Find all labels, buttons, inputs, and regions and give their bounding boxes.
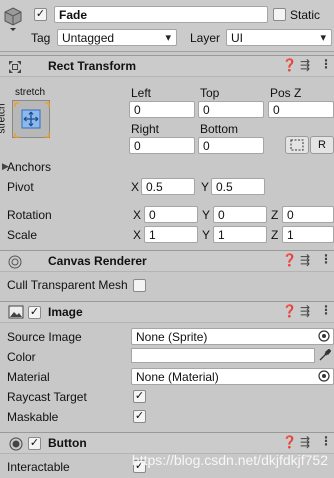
right-label: Right bbox=[131, 122, 160, 136]
raw-edit-button[interactable]: R bbox=[310, 136, 334, 154]
watermark-text: https://blog.csdn.net/dkjfdkjf752 bbox=[131, 452, 328, 468]
gameobject-active-checkbox[interactable]: ✓ bbox=[34, 8, 47, 21]
cull-transparent-mesh-checkbox[interactable] bbox=[133, 279, 146, 292]
interactable-label: Interactable bbox=[7, 460, 70, 474]
rotation-x-label: X bbox=[133, 208, 142, 222]
rect-transform-icon bbox=[8, 60, 22, 74]
layer-dropdown[interactable]: UI bbox=[226, 29, 332, 46]
source-image-field[interactable]: None (Sprite) bbox=[131, 328, 334, 345]
top-field[interactable]: 0 bbox=[198, 101, 264, 118]
help-icon[interactable]: ❓ bbox=[282, 435, 297, 449]
scale-z-field[interactable]: 1 bbox=[282, 226, 334, 243]
posz-field[interactable]: 0 bbox=[268, 101, 334, 118]
pivot-y-label: Y bbox=[201, 180, 210, 194]
raycast-target-label: Raycast Target bbox=[7, 390, 87, 404]
rotation-z-label: Z bbox=[271, 208, 279, 222]
canvas-renderer-title: Canvas Renderer bbox=[48, 254, 147, 268]
pivot-y-field[interactable]: 0.5 bbox=[211, 178, 265, 195]
pivot-x-field[interactable]: 0.5 bbox=[141, 178, 195, 195]
anchor-preset-top-label: stretch bbox=[15, 87, 46, 98]
context-menu-icon[interactable]: ⋮ bbox=[320, 57, 332, 71]
context-menu-icon[interactable]: ⋮ bbox=[320, 434, 332, 448]
tag-value: Untagged bbox=[62, 31, 115, 45]
color-swatch[interactable] bbox=[131, 348, 315, 363]
image-component-icon bbox=[8, 305, 24, 319]
button-component-icon bbox=[9, 437, 23, 451]
source-image-label: Source Image bbox=[7, 330, 82, 344]
rect-transform-title: Rect Transform bbox=[48, 59, 137, 73]
eyedropper-icon[interactable] bbox=[319, 348, 332, 361]
object-picker-icon[interactable] bbox=[318, 330, 330, 342]
rotation-y-label: Y bbox=[202, 208, 211, 222]
pivot-label: Pivot bbox=[7, 180, 34, 194]
help-icon[interactable]: ❓ bbox=[282, 58, 297, 72]
bottom-field[interactable]: 0 bbox=[198, 137, 264, 154]
image-enabled-checkbox[interactable]: ✓ bbox=[28, 306, 41, 319]
posz-label: Pos Z bbox=[270, 86, 302, 100]
tag-label: Tag bbox=[31, 31, 51, 45]
gameobject-cube-icon bbox=[3, 6, 23, 32]
color-label: Color bbox=[7, 350, 36, 364]
maskable-checkbox[interactable]: ✓ bbox=[133, 410, 146, 423]
preset-sliders-icon[interactable]: ⇶ bbox=[300, 253, 310, 267]
static-label: Static bbox=[290, 8, 321, 22]
layer-value: UI bbox=[231, 31, 243, 45]
bottom-label: Bottom bbox=[200, 122, 239, 136]
rotation-x-field[interactable]: 0 bbox=[144, 206, 198, 223]
rotation-label: Rotation bbox=[7, 208, 52, 222]
scale-label: Scale bbox=[7, 228, 38, 242]
static-checkbox[interactable] bbox=[273, 8, 286, 21]
preset-sliders-icon[interactable]: ⇶ bbox=[300, 304, 310, 318]
dotted-rect-icon bbox=[290, 139, 304, 151]
help-icon[interactable]: ❓ bbox=[282, 304, 297, 318]
object-picker-icon[interactable] bbox=[318, 370, 330, 382]
preset-sliders-icon[interactable]: ⇶ bbox=[300, 435, 310, 449]
scale-z-label: Z bbox=[271, 228, 279, 242]
image-title: Image bbox=[48, 305, 83, 319]
blueprint-mode-button[interactable] bbox=[285, 136, 309, 154]
canvas-renderer-icon bbox=[8, 255, 22, 269]
anchor-preset-side-label: stretch bbox=[0, 103, 8, 134]
scale-x-field[interactable]: 1 bbox=[144, 226, 198, 243]
pivot-x-label: X bbox=[131, 180, 140, 194]
button-enabled-checkbox[interactable]: ✓ bbox=[28, 437, 41, 450]
tag-dropdown[interactable]: Untagged bbox=[57, 29, 177, 46]
rotation-y-field[interactable]: 0 bbox=[213, 206, 267, 223]
preset-sliders-icon[interactable]: ⇶ bbox=[300, 58, 310, 72]
material-field[interactable]: None (Material) bbox=[131, 368, 334, 385]
button-title: Button bbox=[48, 436, 87, 450]
layer-label: Layer bbox=[190, 31, 221, 45]
left-label: Left bbox=[131, 86, 152, 100]
scale-y-label: Y bbox=[202, 228, 211, 242]
right-field[interactable]: 0 bbox=[129, 137, 195, 154]
material-label: Material bbox=[7, 370, 50, 384]
top-label: Top bbox=[200, 86, 220, 100]
left-field[interactable]: 0 bbox=[129, 101, 195, 118]
scale-y-field[interactable]: 1 bbox=[213, 226, 267, 243]
help-icon[interactable]: ❓ bbox=[282, 253, 297, 267]
gameobject-name-field[interactable]: Fade bbox=[54, 6, 268, 23]
context-menu-icon[interactable]: ⋮ bbox=[320, 303, 332, 317]
context-menu-icon[interactable]: ⋮ bbox=[320, 252, 332, 266]
raycast-target-checkbox[interactable]: ✓ bbox=[133, 390, 146, 403]
scale-x-label: X bbox=[133, 228, 142, 242]
rotation-z-field[interactable]: 0 bbox=[282, 206, 334, 223]
cull-transparent-mesh-label: Cull Transparent Mesh bbox=[7, 278, 128, 292]
maskable-label: Maskable bbox=[7, 410, 59, 424]
anchor-stretch-icon bbox=[14, 102, 50, 138]
anchors-label[interactable]: Anchors bbox=[7, 160, 51, 174]
anchor-preset-button[interactable] bbox=[12, 100, 50, 138]
